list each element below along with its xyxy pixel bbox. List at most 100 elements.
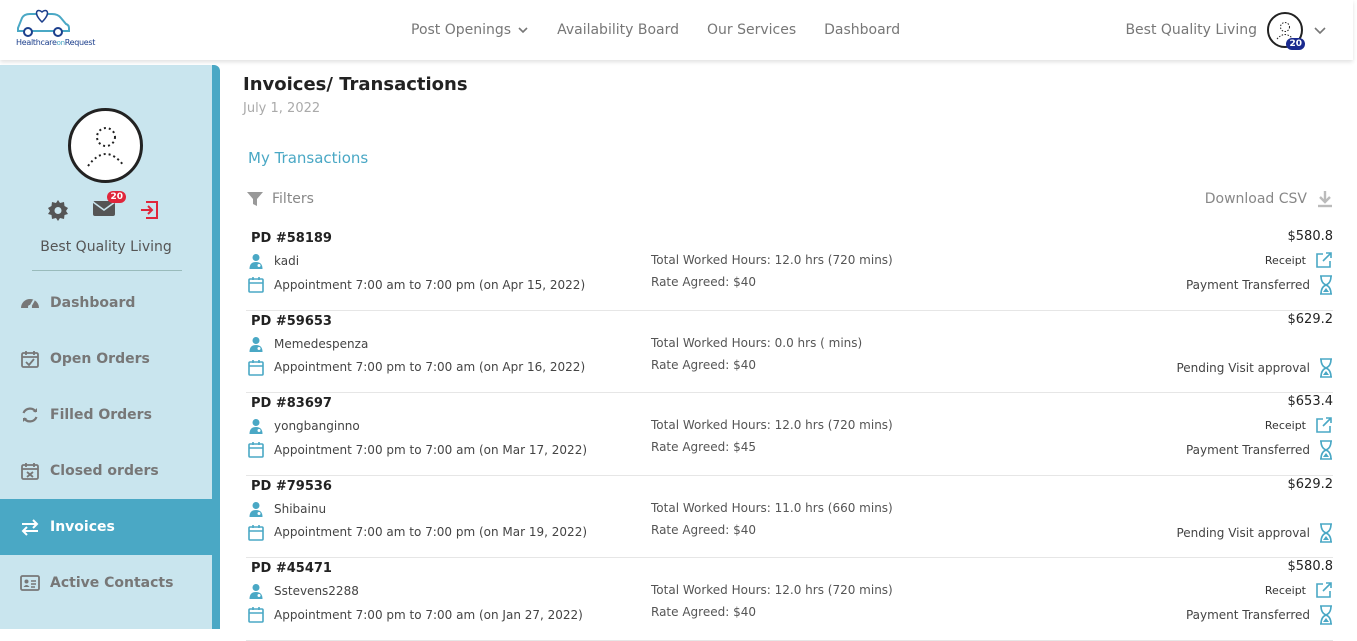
transaction-user-name: kadi [274,254,300,268]
download-csv-label: Download CSV [1204,191,1307,207]
sidebar-item-open-orders[interactable]: Open Orders [0,331,212,387]
transaction-row[interactable]: PD #45471 Sstevens2288 Appointment 7:00 … [246,558,1333,641]
transaction-id: PD #79536 [251,478,332,494]
transactions-list: PD #58189 kadi Appointment 7:00 am to 7:… [246,228,1333,641]
external-link-icon [1316,417,1332,433]
profile-actions: 20 [46,191,160,222]
transaction-row[interactable]: PD #83697 yongbanginno Appointment 7:00 … [246,393,1333,476]
calendar-x-icon [21,463,39,480]
transaction-status-text: Pending Visit approval [1176,360,1310,375]
nav-availability-board[interactable]: Availability Board [557,22,679,38]
transaction-status-text: Payment Transferred [1185,608,1310,622]
calendar-icon [248,607,264,623]
transaction-id: PD #83697 [251,396,332,411]
external-link-icon [1316,582,1332,598]
transaction-appointment: Appointment 7:00 pm to 7:00 am (on Mar 1… [248,441,587,458]
page-date: July 1, 2022 [243,101,321,116]
nav-dashboard[interactable]: Dashboard [824,22,900,38]
transaction-hours: Total Worked Hours: 12.0 hrs (720 mins) [651,583,893,597]
transaction-rate: Rate Agreed: $40 [651,357,756,372]
user-name: Best Quality Living [1125,22,1257,38]
brand-logo[interactable]: HealthcareonRequest [12,6,112,50]
receipt-link[interactable]: Receipt [1265,581,1333,599]
brand-name: HealthcareonRequest [16,38,96,47]
transfer-icon [21,519,39,536]
logout-icon[interactable] [138,199,160,221]
transaction-row[interactable]: PD #59653 Memedespenza Appointment 7:00 … [246,311,1333,393]
sidebar: 20 Best Quality Living Dashboard Open Or… [0,65,220,629]
receipt-label: Receipt [1264,253,1306,267]
sidebar-item-active-contacts[interactable]: Active Contacts [0,555,212,611]
mail-count-badge: 20 [107,191,126,203]
user-menu[interactable]: Best Quality Living 20 [1125,12,1327,50]
sidebar-item-closed-orders[interactable]: Closed orders [0,443,212,499]
calendar-icon [248,359,264,376]
transaction-row[interactable]: PD #58189 kadi Appointment 7:00 am to 7:… [246,228,1333,311]
sidebar-item-label: Active Contacts [50,575,174,591]
calendar-check-icon [21,351,39,368]
sidebar-item-label: Closed orders [50,463,159,479]
transaction-id: PD #58189 [251,231,332,246]
transaction-amount: $580.8 [1287,559,1334,574]
user-silhouette-icon [86,126,125,167]
transaction-user: Shibainu [248,501,326,517]
transaction-amount: $629.2 [1287,476,1334,492]
receipt-label: Receipt [1264,583,1306,597]
transaction-status-text: Payment Transferred [1185,443,1310,457]
receipt-label: Receipt [1264,418,1306,432]
sidebar-item-invoices[interactable]: Invoices [0,499,212,555]
dashboard-icon [21,299,39,309]
sidebar-item-label: Dashboard [50,295,136,311]
transaction-row[interactable]: PD #79536 Shibainu Appointment 7:00 am t… [246,476,1334,558]
receipt-link[interactable]: Receipt [1265,416,1333,434]
hourglass-icon [1320,357,1332,378]
calendar-icon [248,524,264,541]
sidebar-item-label: Open Orders [50,351,150,367]
receipt-link[interactable]: Receipt [1265,251,1333,269]
calendar-icon [248,277,264,293]
filters-label: Filters [272,191,314,207]
transaction-appointment-text: Appointment 7:00 am to 7:00 pm (on Mar 1… [274,525,588,539]
divider [32,270,182,271]
nurse-icon [249,419,263,434]
transaction-status-text: Payment Transferred [1185,278,1310,292]
nav-availability-board-label: Availability Board [557,22,679,38]
main-content: Invoices/ Transactions July 1, 2022 My T… [243,60,1333,641]
transaction-rate: Rate Agreed: $40 [651,522,756,537]
nav-our-services[interactable]: Our Services [707,22,796,38]
avatar[interactable]: 20 [1267,12,1305,50]
transaction-rate: Rate Agreed: $40 [651,605,756,619]
sidebar-item-dashboard[interactable]: Dashboard [0,275,212,331]
sidebar-item-label: Invoices [50,519,115,535]
refresh-icon [22,407,38,423]
transaction-user: yongbanginno [248,418,360,434]
mail-button[interactable]: 20 [92,191,126,222]
transaction-rate: Rate Agreed: $45 [651,440,756,454]
gear-icon[interactable] [46,198,70,222]
transaction-hours: Total Worked Hours: 11.0 hrs (660 mins) [651,500,893,515]
calendar-icon [248,442,264,458]
transaction-hours: Total Worked Hours: 0.0 hrs ( mins) [651,335,863,350]
top-header: HealthcareonRequest Post Openings Availa… [0,0,1353,60]
transaction-hours: Total Worked Hours: 12.0 hrs (720 mins) [651,253,893,267]
sidebar-item-filled-orders[interactable]: Filled Orders [0,387,212,443]
nav-post-openings-label: Post Openings [411,22,512,38]
nav-post-openings[interactable]: Post Openings [411,22,529,38]
transaction-hours: Total Worked Hours: 12.0 hrs (720 mins) [651,418,893,432]
transaction-status: Pending Visit approval [1176,357,1333,378]
page-title: Invoices/ Transactions [243,74,468,95]
download-csv-button[interactable]: Download CSV [1205,190,1333,208]
profile-avatar[interactable] [68,108,143,183]
transaction-appointment-text: Appointment 7:00 pm to 7:00 am (on Apr 1… [274,360,586,374]
nav-dashboard-label: Dashboard [824,22,901,38]
chevron-down-icon[interactable] [1313,23,1327,37]
filters-button[interactable]: Filters [246,190,314,208]
sidebar-accent-bar [212,65,220,629]
main-nav: Post Openings Availability Board Our Ser… [411,22,900,38]
transaction-user-name: Shibainu [274,501,327,516]
transaction-user: Memedespenza [248,336,368,352]
transaction-rate: Rate Agreed: $40 [651,275,756,289]
transaction-appointment-text: Appointment 7:00 am to 7:00 pm (on Apr 1… [274,277,586,292]
transaction-appointment: Appointment 7:00 am to 7:00 pm (on Mar 1… [248,524,587,541]
transaction-appointment: Appointment 7:00 pm to 7:00 am (on Jan 2… [248,606,583,623]
